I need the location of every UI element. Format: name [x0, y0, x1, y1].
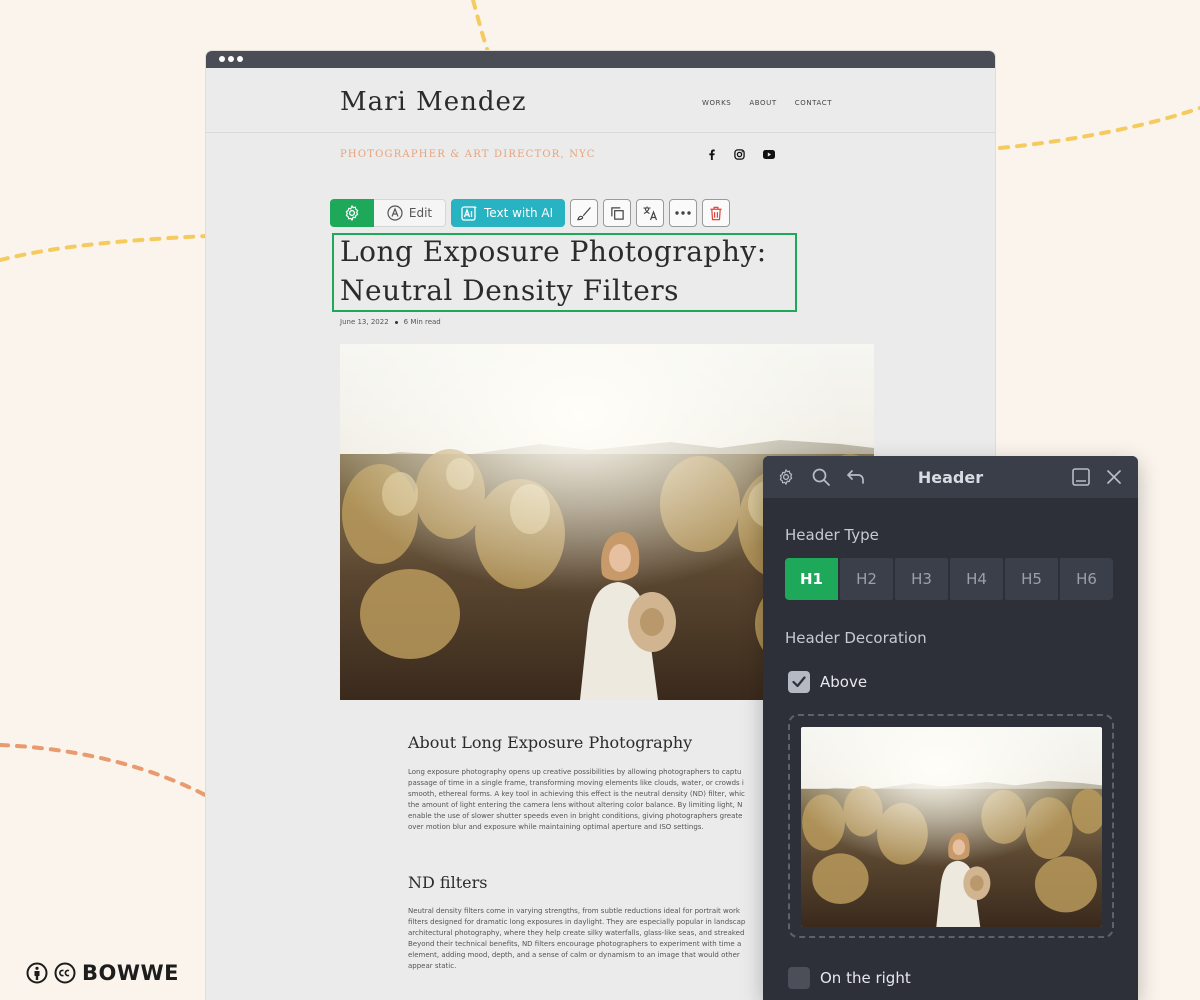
section-paragraph[interactable]: Neutral density filters come in varying …	[408, 906, 788, 972]
site-tagline: PHOTOGRAPHER & ART DIRECTOR, NYC	[340, 149, 596, 160]
article-title[interactable]: Long Exposure Photography: Neutral Densi…	[340, 232, 810, 310]
window-dot-icon	[237, 56, 243, 62]
panel-close-button[interactable]	[1105, 468, 1123, 486]
browser-titlebar	[206, 51, 995, 68]
ai-text-icon	[461, 205, 477, 221]
text-with-ai-button[interactable]: Text with AI	[451, 199, 566, 227]
article-title-line: Neutral Density Filters	[340, 274, 680, 307]
trash-icon	[710, 206, 722, 220]
header-type-label: Header Type	[785, 526, 879, 544]
panel-minimize-button[interactable]	[1072, 468, 1090, 486]
above-checkbox[interactable]	[788, 671, 810, 693]
site-name[interactable]: Mari Mendez	[340, 87, 527, 117]
header-type-selector: H1 H2 H3 H4 H5 H6	[785, 558, 1113, 600]
minimize-icon	[1072, 468, 1090, 486]
decoration-right-option[interactable]: On the right	[788, 967, 911, 989]
section-heading[interactable]: About Long Exposure Photography	[408, 733, 692, 752]
site-nav: WORKS ABOUT CONTACT	[702, 99, 832, 107]
attribution-icon	[26, 962, 48, 984]
header-type-h4[interactable]: H4	[950, 558, 1003, 600]
duplicate-button[interactable]	[603, 199, 632, 227]
social-links	[708, 149, 775, 160]
brand-name: BOWWE	[82, 961, 180, 985]
right-label: On the right	[820, 969, 911, 987]
instagram-icon[interactable]	[734, 149, 745, 160]
nav-contact[interactable]: CONTACT	[795, 99, 832, 107]
decoration-image-dropzone[interactable]	[788, 714, 1114, 938]
delete-button[interactable]	[702, 199, 731, 227]
above-label: Above	[820, 673, 868, 691]
desert-photo-thumbnail	[801, 727, 1102, 927]
article-date: June 13, 2022	[340, 318, 389, 326]
section-heading[interactable]: ND filters	[408, 873, 487, 892]
header-type-h6[interactable]: H6	[1060, 558, 1113, 600]
ai-label: Text with AI	[484, 206, 554, 220]
header-settings-panel: Header Header Type H1 H2 H3 H4 H5 H6 Hea…	[763, 456, 1138, 1000]
decoration-above-option[interactable]: Above	[788, 671, 867, 693]
bullet-icon	[394, 320, 398, 324]
header-divider	[206, 132, 995, 133]
edit-button[interactable]: Edit	[374, 199, 446, 227]
header-type-h1[interactable]: H1	[785, 558, 838, 600]
window-dot-icon	[219, 56, 225, 62]
brand-logo: BOWWE	[26, 961, 179, 985]
brush-icon	[576, 206, 591, 220]
translate-icon	[643, 206, 658, 221]
font-icon	[387, 205, 403, 221]
article-title-line: Long Exposure Photography:	[340, 235, 767, 268]
panel-header: Header	[763, 456, 1138, 498]
header-type-h3[interactable]: H3	[895, 558, 948, 600]
facebook-icon[interactable]	[708, 149, 716, 160]
window-dot-icon	[228, 56, 234, 62]
decoration-image[interactable]	[801, 727, 1102, 927]
right-checkbox[interactable]	[788, 967, 810, 989]
close-icon	[1107, 470, 1121, 484]
more-icon	[675, 211, 691, 215]
section-paragraph[interactable]: Long exposure photography opens up creat…	[408, 767, 788, 833]
youtube-icon[interactable]	[763, 150, 775, 159]
creative-commons-icon	[54, 962, 76, 984]
header-type-h5[interactable]: H5	[1005, 558, 1058, 600]
edit-label: Edit	[408, 206, 433, 220]
check-icon	[792, 676, 806, 688]
style-button[interactable]	[570, 199, 599, 227]
gear-icon	[345, 205, 359, 221]
more-options-button[interactable]	[669, 199, 698, 227]
settings-button[interactable]	[330, 199, 374, 227]
header-type-h2[interactable]: H2	[840, 558, 893, 600]
article-meta: June 13, 2022 6 Min read	[340, 318, 441, 326]
element-toolbar: Edit Text with AI	[330, 199, 731, 227]
translate-button[interactable]	[636, 199, 665, 227]
article-read-time: 6 Min read	[403, 318, 441, 326]
nav-works[interactable]: WORKS	[702, 99, 731, 107]
header-decoration-label: Header Decoration	[785, 629, 927, 647]
nav-about[interactable]: ABOUT	[749, 99, 776, 107]
copy-icon	[610, 206, 624, 220]
